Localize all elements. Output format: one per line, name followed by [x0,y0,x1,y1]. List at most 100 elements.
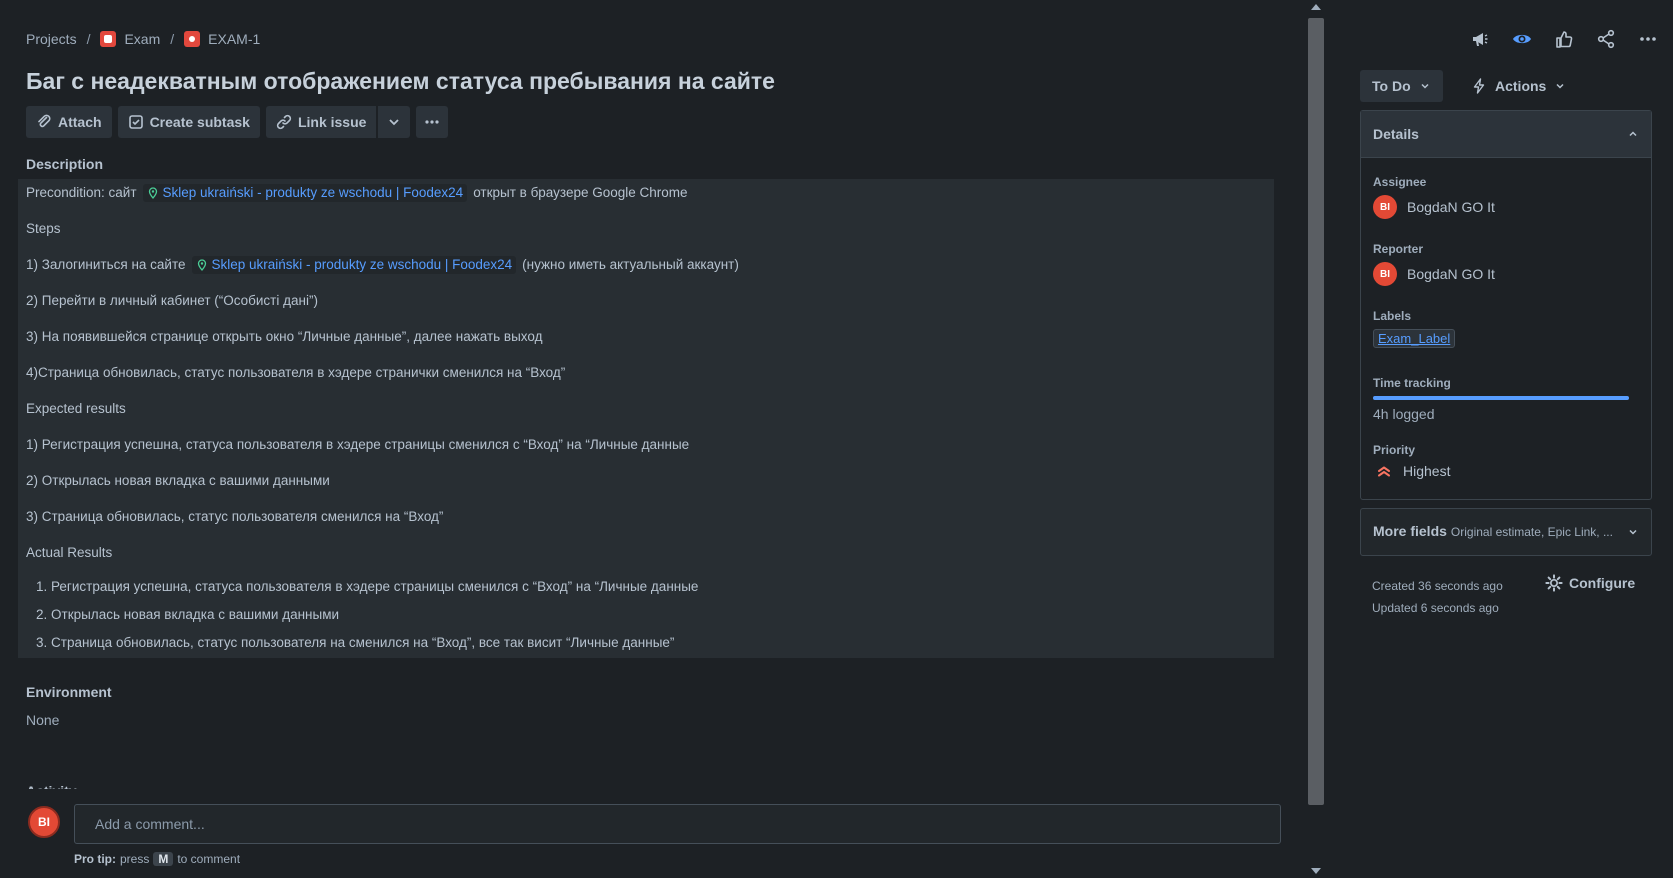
description-body[interactable]: Precondition: сайт Sklep ukraiński - pro… [18,179,1274,658]
scrollbar-thumb[interactable] [1308,18,1324,805]
lightning-icon [1473,78,1485,94]
avatar: BI [1373,262,1397,286]
breadcrumb-project[interactable]: Exam [100,31,160,47]
watch-button[interactable] [1511,28,1533,50]
status-dropdown[interactable]: To Do [1360,70,1443,102]
smart-link-text: Sklep ukraiński - produkty ze wschodu | … [211,257,513,272]
assignee-value[interactable]: BI BogdaN GO It [1373,195,1495,219]
feedback-button[interactable] [1469,28,1491,50]
location-pin-icon [148,187,157,199]
issue-toolbar: Attach Create subtask Link issue [26,106,449,138]
breadcrumb-projects[interactable]: Projects [26,31,77,47]
time-tracking-bar [1373,396,1629,400]
step-1-prefix: 1) Залогиниться на сайте [26,257,186,272]
step-1: 1) Залогиниться на сайте Sklep ukraiński… [26,256,1266,292]
breadcrumb-issue-key: EXAM-1 [208,31,261,47]
actual-2: 2. Открылась новая вкладка с вашими данн… [36,607,340,622]
more-fields-label: More fields [1373,523,1447,539]
location-pin-icon [197,259,206,271]
environment-value[interactable]: None [26,712,59,728]
attach-button[interactable]: Attach [26,106,112,138]
attach-label: Attach [58,114,102,130]
chevron-down-icon [389,119,400,126]
more-actions-button[interactable] [416,106,449,138]
breadcrumb-separator: / [86,31,91,47]
updated-time: Updated 6 seconds ago [1372,601,1499,615]
configure-button[interactable]: Configure [1545,574,1635,592]
breadcrumb: Projects / Exam / EXAM-1 [26,31,260,47]
eye-icon [1513,34,1531,44]
precondition-suffix: открыт в браузере Google Chrome [473,185,688,200]
vote-button[interactable] [1553,28,1575,50]
actual-results-list: 1. Регистрация успешна, статуса пользова… [26,578,1266,662]
configure-label: Configure [1569,575,1636,591]
environment-label: Environment [26,684,112,700]
actual-heading: Actual Results [26,545,113,560]
step-2: 2) Перейти в личный кабинет (“Особисті д… [26,293,318,308]
step-3: 3) На появившейся странице открыть окно … [26,329,543,344]
reporter-value[interactable]: BI BogdaN GO It [1373,262,1495,286]
expected-2: 2) Открылась новая вкладка с вашими данн… [26,473,330,488]
pro-tip-suffix: to comment [177,852,241,866]
more-options-button[interactable] [1637,28,1659,50]
create-subtask-button[interactable]: Create subtask [117,106,260,138]
breadcrumb-project-label: Exam [124,31,161,47]
step-4: 4)Страница обновилась, статус пользовате… [26,365,566,380]
more-icon [1640,37,1656,41]
created-time: Created 36 seconds ago [1372,579,1503,593]
pro-tip: Pro tip: press M to comment [74,852,240,866]
time-tracking-field[interactable]: Time tracking 4h logged [1373,376,1629,422]
chevron-down-icon [1629,529,1637,535]
priority-value[interactable]: Highest [1373,463,1450,479]
assignee-field: Assignee BI BogdaN GO It [1373,175,1495,219]
description-label: Description [26,156,104,172]
more-fields-panel[interactable]: More fields Original estimate, Epic Link,… [1360,508,1652,556]
inline-smart-link[interactable]: Sklep ukraiński - produkty ze wschodu | … [142,184,468,202]
issue-main-panel: Projects / Exam / EXAM-1 Баг с неадекват… [0,0,1305,878]
more-icon [425,120,440,124]
details-header[interactable]: Details [1361,111,1651,158]
avatar: BI [1373,195,1397,219]
issue-meta: Created 36 seconds ago Updated 6 seconds… [1372,575,1503,619]
actions-dropdown[interactable]: Actions [1459,70,1578,102]
issue-title[interactable]: Баг с неадекватным отображением статуса … [26,68,775,95]
chevron-up-icon [1629,131,1637,137]
breadcrumb-issue[interactable]: EXAM-1 [184,31,260,47]
reporter-field: Reporter BI BogdaN GO It [1373,242,1495,286]
reporter-label: Reporter [1373,242,1424,256]
pro-tip-label: Pro tip: [74,852,116,866]
link-issue-button[interactable]: Link issue [265,106,377,138]
project-icon [100,31,117,47]
thumbs-up-icon [1556,31,1573,48]
steps-heading: Steps [26,221,61,236]
inline-smart-link[interactable]: Sklep ukraiński - produkty ze wschodu | … [191,256,517,274]
share-icon [1597,29,1615,49]
link-issue-split-button: Link issue [265,106,411,138]
scroll-up-arrow[interactable] [1311,4,1321,10]
main-scrollbar[interactable] [1305,0,1327,878]
actual-3: 3. Страница обновилась, статус пользоват… [36,635,675,650]
more-fields-sub: Original estimate, Epic Link, ... [1450,525,1613,539]
actual-1: 1. Регистрация успешна, статуса пользова… [36,579,699,594]
breadcrumb-separator: / [170,31,175,47]
gear-icon [1545,574,1563,592]
comment-input[interactable]: Add a comment... [74,804,1281,844]
link-issue-dropdown[interactable] [378,106,411,138]
precondition-prefix: Precondition: сайт [26,185,137,200]
more-fields-label-group: More fields Original estimate, Epic Link,… [1373,523,1613,541]
link-issue-label: Link issue [297,114,367,130]
bug-icon [184,31,201,47]
scroll-down-arrow[interactable] [1311,868,1321,874]
chevron-down-icon [1556,83,1564,89]
label-chip[interactable]: Exam_Label [1373,329,1456,348]
pro-tip-press: press [120,852,150,866]
assignee-label: Assignee [1373,175,1427,189]
share-button[interactable] [1595,28,1617,50]
expected-1: 1) Регистрация успешна, статуса пользова… [26,437,690,452]
labels-field: Labels Exam_Label [1373,309,1456,348]
link-icon [276,114,292,130]
priority-label: Priority [1373,443,1416,457]
create-subtask-label: Create subtask [149,114,250,130]
time-tracking-label: Time tracking [1373,376,1451,390]
avatar: BI [28,806,60,838]
